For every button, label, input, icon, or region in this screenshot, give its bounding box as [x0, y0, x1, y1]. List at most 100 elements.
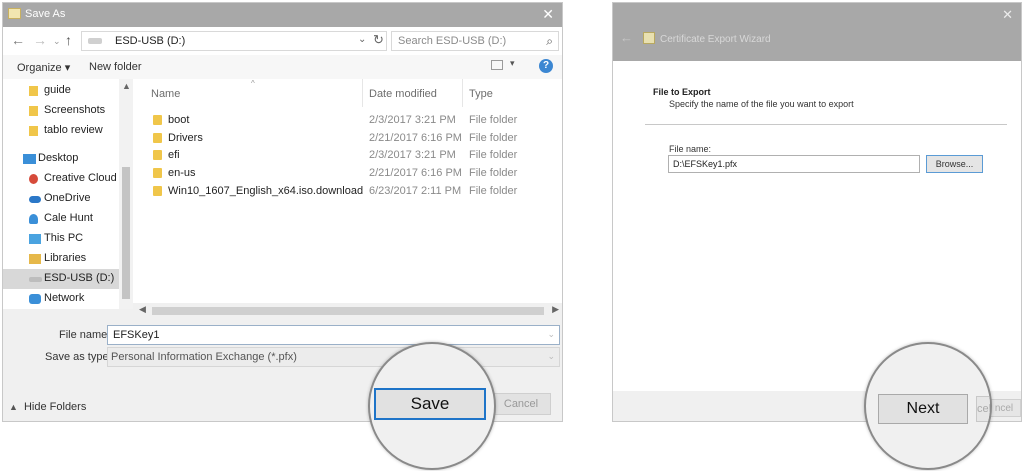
table-row[interactable]: boot 2/3/2017 3:21 PM File folder	[133, 111, 562, 129]
libraries-icon	[29, 254, 41, 264]
chevron-down-icon[interactable]: ▾	[510, 58, 515, 69]
hide-folders-toggle[interactable]: ▲ Hide Folders	[9, 401, 86, 413]
nav-item-onedrive[interactable]: OneDrive	[3, 189, 119, 209]
hide-folders-label: Hide Folders	[23, 401, 87, 413]
nav-item-this-pc[interactable]: This PC	[3, 229, 119, 249]
file-name-label: File name:	[669, 144, 712, 154]
help-icon[interactable]: ?	[539, 59, 553, 73]
column-divider[interactable]	[462, 79, 463, 107]
scroll-right-icon[interactable]: ▶	[552, 304, 559, 315]
wizard-body: File to Export Specify the name of the f…	[613, 61, 1021, 391]
table-row[interactable]: en-us 2/21/2017 6:16 PM File folder	[133, 164, 562, 182]
nav-item-label: This PC	[44, 232, 84, 244]
file-date: 6/23/2017 2:11 PM	[369, 185, 462, 197]
command-bar: Organize ▾ New folder ▾ ?	[3, 55, 562, 79]
wizard-title: Certificate Export Wizard	[660, 34, 771, 45]
file-date: 2/3/2017 3:21 PM	[369, 149, 456, 161]
save-as-type-select[interactable]: Personal Information Exchange (*.pfx) ⌄	[107, 347, 560, 367]
nav-item-label: Libraries	[44, 252, 87, 264]
file-name-value: D:\EFSKey1.pfx	[673, 159, 738, 169]
scrollbar-thumb[interactable]	[152, 307, 544, 315]
new-folder-button[interactable]: New folder	[89, 61, 142, 73]
column-divider[interactable]	[362, 79, 363, 107]
file-type: File folder	[469, 132, 518, 144]
chevron-down-icon[interactable]: ⌄	[547, 351, 555, 362]
folder-icon	[153, 168, 162, 178]
column-header-name[interactable]: Name	[151, 88, 180, 100]
certificate-icon	[643, 32, 655, 44]
column-header-type[interactable]: Type	[469, 88, 493, 100]
nav-item-screenshots[interactable]: Screenshots	[3, 101, 119, 121]
file-name: boot	[168, 114, 190, 126]
folder-icon	[153, 150, 162, 160]
scroll-left-icon[interactable]: ◀	[139, 304, 146, 315]
wizard-header: ← Certificate Export Wizard ✕	[613, 3, 1021, 61]
close-icon[interactable]: ✕	[542, 6, 554, 23]
column-header-date[interactable]: Date modified	[369, 88, 437, 100]
nav-item-desktop[interactable]: Desktop	[3, 149, 119, 169]
nav-item-label: Cale Hunt	[44, 212, 93, 224]
nav-item-label: Screenshots	[44, 104, 106, 116]
nav-item-tablo-review[interactable]: tablo review	[3, 121, 119, 141]
table-row[interactable]: efi 2/3/2017 3:21 PM File folder	[133, 146, 562, 164]
creative-cloud-icon	[29, 174, 38, 184]
usb-drive-icon	[88, 38, 102, 44]
search-icon: ⌕	[546, 34, 553, 48]
nav-item-label: ESD-USB (D:)	[44, 272, 115, 284]
back-arrow-icon[interactable]: ←	[11, 32, 25, 48]
folder-icon	[29, 106, 38, 116]
nav-item-label: Creative Cloud Fi	[44, 172, 129, 184]
up-arrow-icon[interactable]: ↑	[65, 32, 72, 48]
nav-item-guide[interactable]: guide	[3, 81, 119, 101]
scroll-up-icon[interactable]: ▲	[122, 81, 131, 91]
nav-item-label: Desktop	[38, 152, 79, 164]
save-icon	[8, 8, 21, 19]
file-name-input[interactable]: EFSKey1 ⌄	[107, 325, 560, 345]
navigation-pane: guide Screenshots tablo review Desktop C…	[3, 79, 133, 309]
next-button[interactable]: Next	[878, 394, 968, 424]
cancel-button[interactable]: Cancel	[491, 393, 551, 415]
nav-item-network[interactable]: Network	[3, 289, 119, 309]
close-icon[interactable]: ✕	[1002, 7, 1013, 23]
save-as-type-value: Personal Information Exchange (*.pfx)	[111, 351, 297, 363]
nav-item-libraries[interactable]: Libraries	[3, 249, 119, 269]
save-button[interactable]: Save	[374, 388, 486, 420]
file-name: Win10_1607_English_x64.iso.download	[168, 185, 364, 197]
nav-item-creative-cloud[interactable]: Creative Cloud Fi	[3, 169, 129, 189]
file-name-field[interactable]: D:\EFSKey1.pfx	[668, 155, 920, 173]
folder-icon	[153, 115, 162, 125]
forward-arrow-icon[interactable]: →	[33, 32, 47, 48]
folder-icon	[153, 186, 162, 196]
view-options-icon[interactable]	[491, 60, 503, 70]
cancel-button-partial[interactable]: cel	[976, 396, 990, 422]
recent-dropdown-icon[interactable]: ⌄	[53, 36, 61, 47]
navigation-bar: ← → ⌄ ↑ ESD-USB (D:) ⌄ ↻ Search ESD-USB …	[3, 27, 562, 55]
scrollbar-thumb[interactable]	[122, 167, 130, 299]
file-list: Name ^ Date modified Type boot 2/3/2017 …	[133, 79, 562, 303]
refresh-icon[interactable]: ↻	[373, 32, 384, 48]
back-arrow-icon[interactable]: ←	[620, 30, 633, 45]
cancel-button[interactable]: ncel	[987, 399, 1021, 417]
organize-button[interactable]: Organize ▾	[17, 61, 70, 74]
table-row[interactable]: Win10_1607_English_x64.iso.download 6/23…	[133, 182, 562, 200]
chevron-up-icon: ▲	[9, 402, 18, 412]
file-name-value: EFSKey1	[113, 329, 160, 341]
nav-item-esd-usb[interactable]: ESD-USB (D:)	[3, 269, 119, 289]
cloud-icon	[29, 196, 41, 203]
table-row[interactable]: Drivers 2/21/2017 6:16 PM File folder	[133, 129, 562, 147]
navigation-scrollbar[interactable]: ▲	[119, 79, 133, 309]
file-type: File folder	[469, 185, 518, 197]
search-input[interactable]: Search ESD-USB (D:) ⌕	[391, 31, 559, 51]
browse-button[interactable]: Browse...	[926, 155, 983, 173]
search-placeholder: Search ESD-USB (D:)	[398, 35, 507, 47]
chevron-down-icon[interactable]: ⌄	[547, 329, 555, 340]
nav-item-user[interactable]: Cale Hunt	[3, 209, 119, 229]
chevron-down-icon[interactable]: ⌄	[358, 34, 366, 45]
file-date: 2/3/2017 3:21 PM	[369, 114, 456, 126]
horizontal-scrollbar[interactable]: ◀ ▶	[136, 303, 562, 318]
folder-icon	[29, 86, 38, 96]
magnified-next-area: Next cel	[864, 342, 992, 470]
address-bar[interactable]: ESD-USB (D:) ⌄ ↻	[81, 31, 387, 51]
user-icon	[29, 214, 38, 224]
computer-icon	[29, 234, 41, 244]
